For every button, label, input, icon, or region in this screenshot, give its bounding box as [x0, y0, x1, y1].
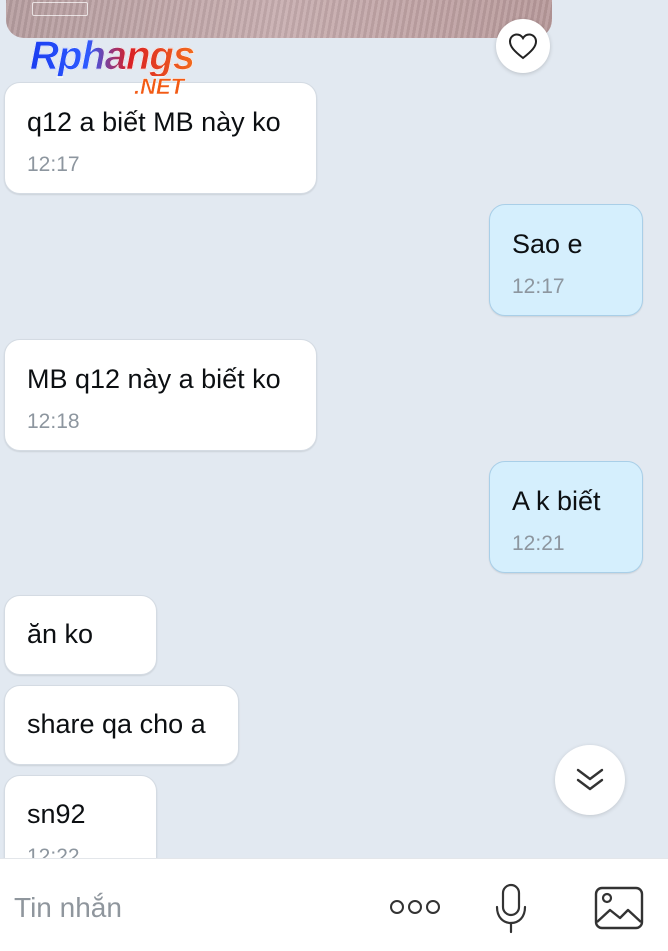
message-text: q12 a biết MB này ko — [27, 107, 281, 137]
message-text: sn92 — [27, 799, 86, 829]
image-icon — [594, 886, 644, 930]
watermark-logo: Rphangs .NET — [30, 34, 196, 98]
message-time: 12:17 — [512, 275, 565, 298]
voice-record-button[interactable] — [486, 881, 536, 937]
message-time: 12:22 — [27, 845, 80, 858]
message-text: A k biết — [512, 486, 601, 516]
logo-sub-text: .NET — [134, 74, 185, 99]
photo-label-tag — [32, 2, 88, 16]
message-bubble-incoming[interactable]: MB q12 này a biết ko 12:18 — [4, 339, 317, 451]
heart-icon — [508, 33, 538, 60]
more-button[interactable] — [384, 887, 446, 927]
message-bubble-incoming[interactable]: ăn ko — [4, 595, 157, 675]
message-input[interactable] — [12, 887, 356, 929]
logo-main-text: Rphangs — [30, 34, 196, 78]
message-time: 12:17 — [27, 153, 80, 176]
message-text: Sao e — [512, 229, 583, 259]
message-text: ăn ko — [27, 619, 94, 649]
double-chevron-down-icon — [576, 768, 604, 791]
message-bubble-incoming[interactable]: sn92 12:22 — [4, 775, 157, 858]
microphone-icon — [495, 883, 527, 934]
shared-photo[interactable] — [6, 0, 552, 38]
message-time: 12:18 — [27, 410, 80, 433]
message-text: share qa cho a — [27, 709, 206, 739]
message-bubble-outgoing[interactable]: Sao e 12:17 — [489, 204, 643, 316]
more-dots-icon — [390, 900, 440, 914]
message-bubble-outgoing[interactable]: A k biết 12:21 — [489, 461, 643, 573]
like-button[interactable] — [496, 19, 550, 73]
image-button[interactable] — [590, 883, 648, 933]
message-text: MB q12 này a biết ko — [27, 364, 281, 394]
chat-area[interactable]: q12 a biết MB này ko 12:17 Sao e 12:17 M… — [0, 0, 668, 858]
scroll-to-bottom-button[interactable] — [555, 745, 625, 815]
message-composer — [0, 858, 668, 951]
message-bubble-incoming[interactable]: share qa cho a — [4, 685, 239, 765]
message-time: 12:21 — [512, 532, 565, 555]
